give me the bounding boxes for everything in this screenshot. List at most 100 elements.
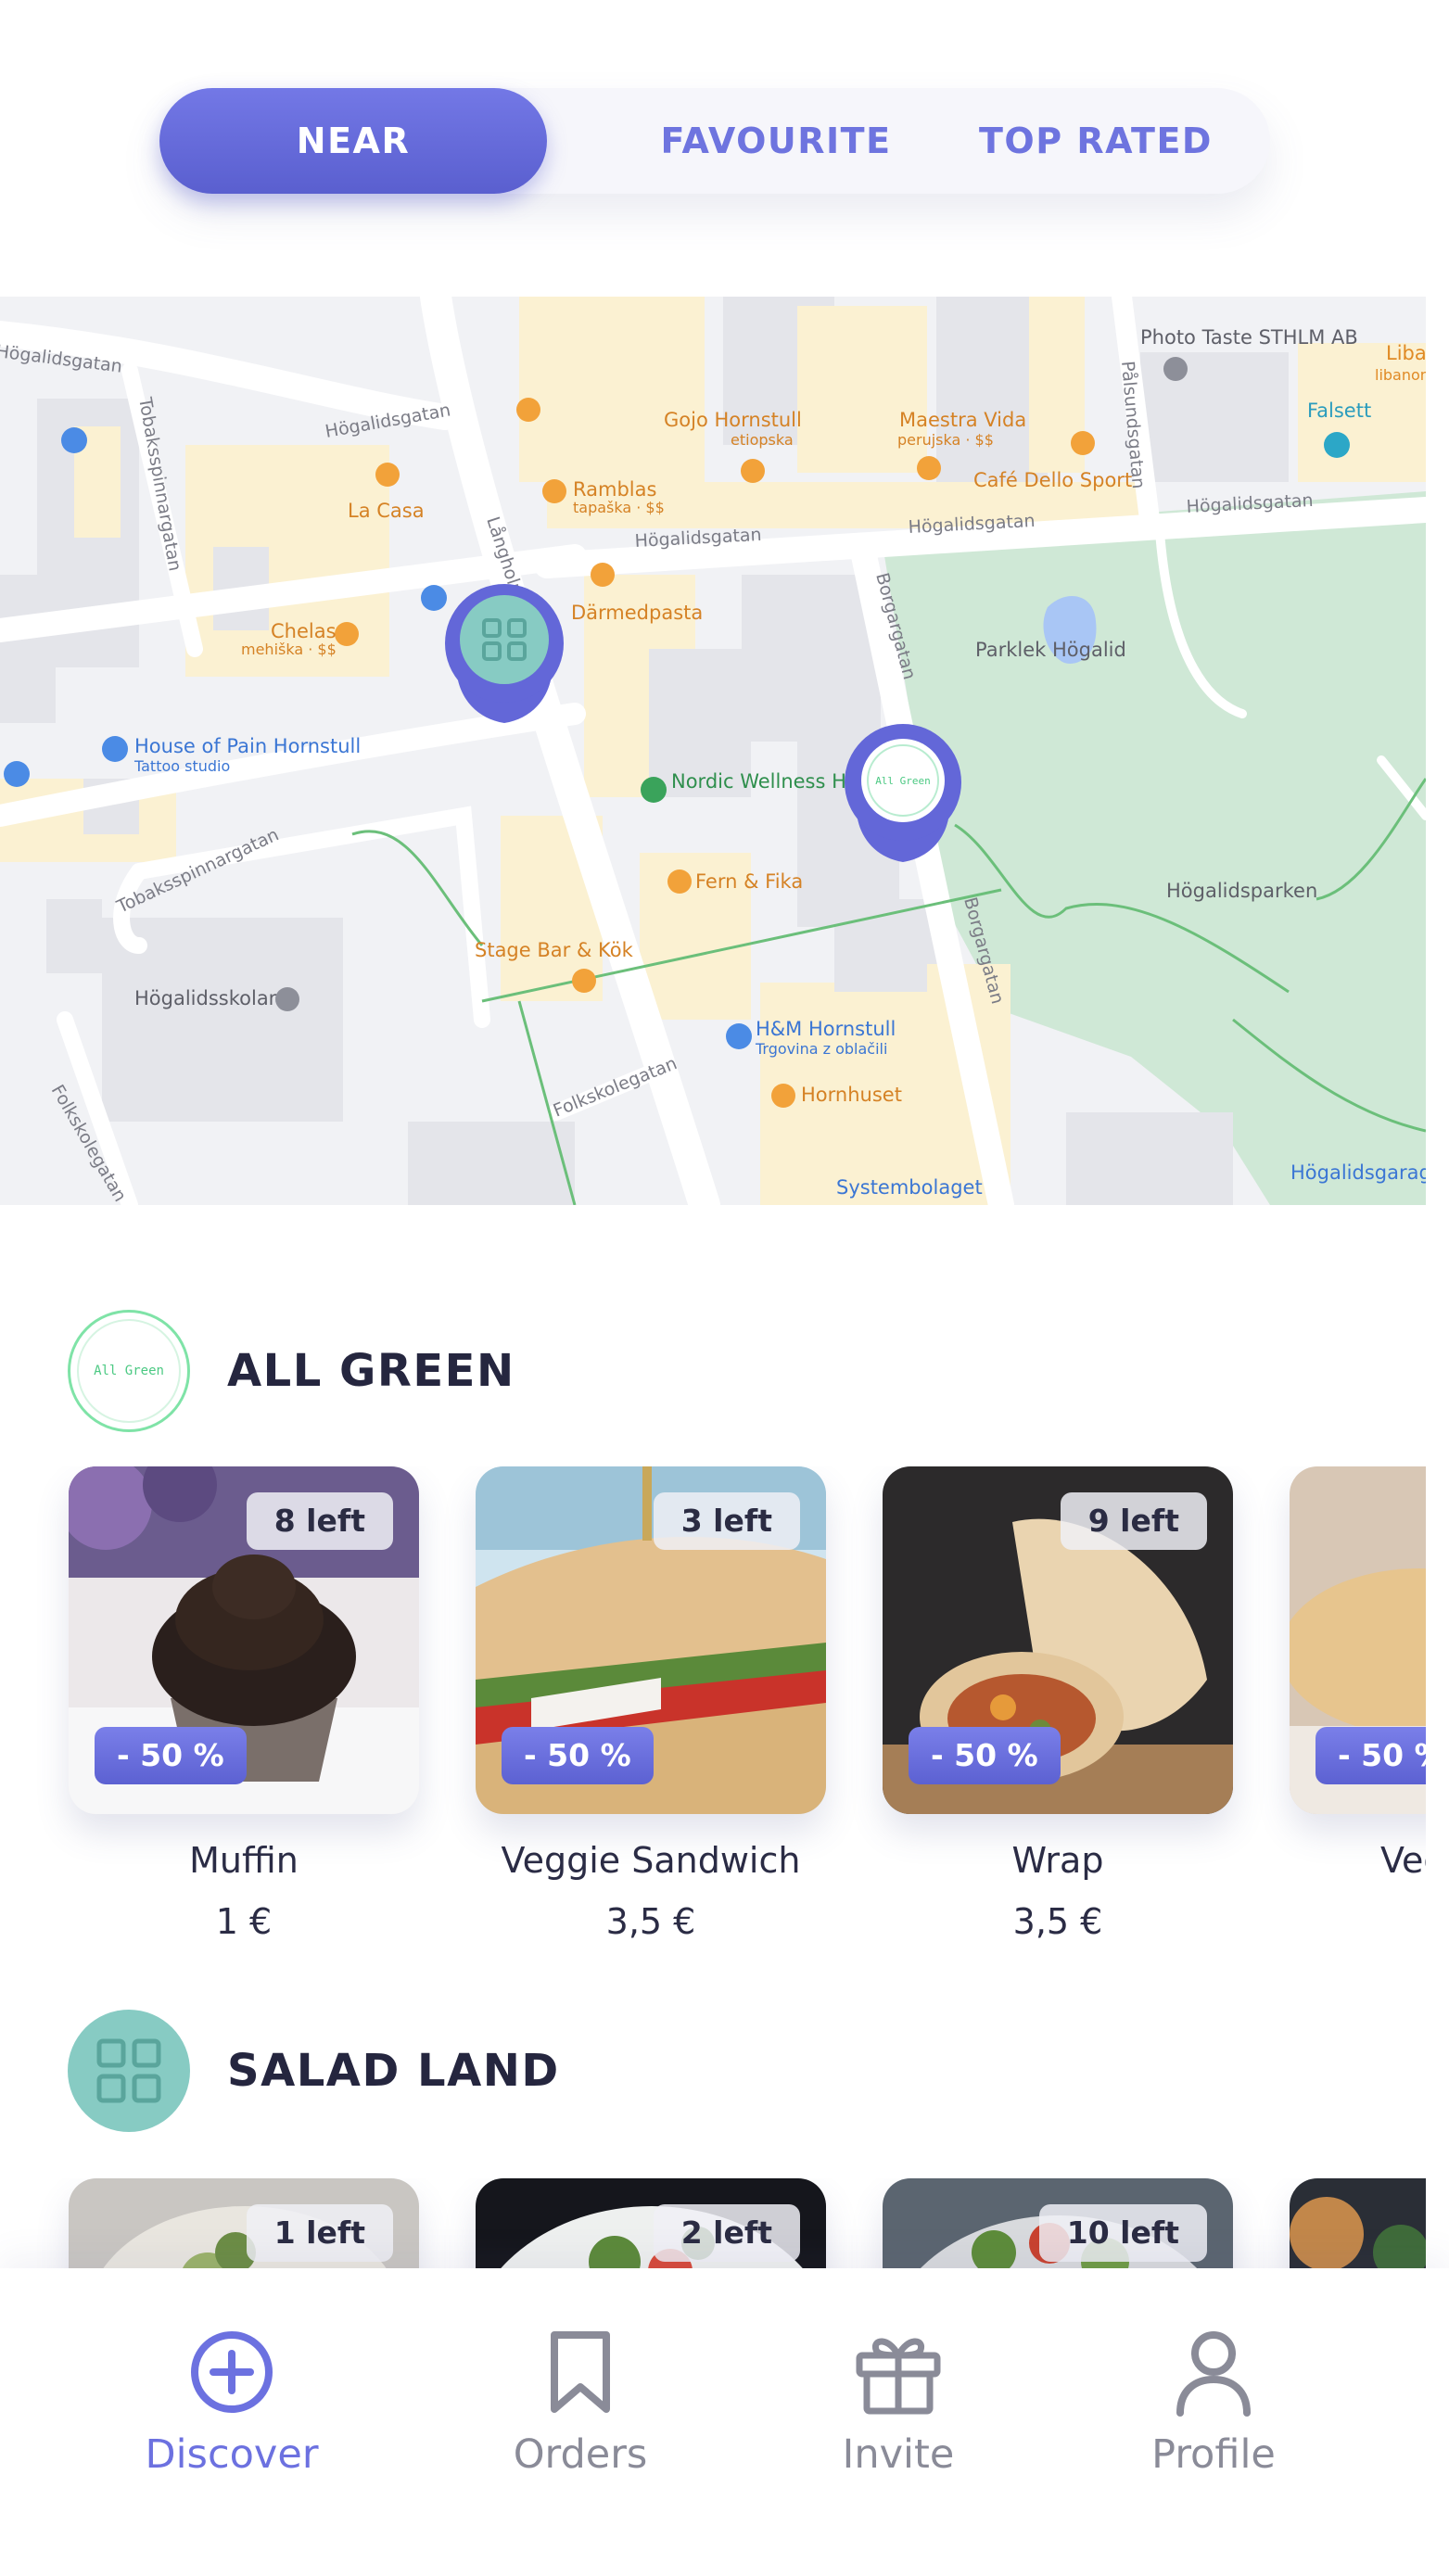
salad-bowl-photo: 2 left <box>476 2178 826 2268</box>
poi-label: Liba <box>1386 342 1426 364</box>
poi-pin-icon <box>917 456 941 480</box>
nav-label: Discover <box>145 2431 319 2478</box>
stock-badge: 1 left <box>246 2204 393 2262</box>
map-view[interactable]: Högalidsgatan Högalidsgatan Högalidsgata… <box>0 297 1426 1205</box>
product-card-wrap[interactable]: 9 left - 50 % Wrap 3,5 € <box>883 1466 1233 1942</box>
salad-plate-photo: 10 left <box>883 2178 1233 2268</box>
restaurant-name: ALL GREEN <box>227 1345 515 1397</box>
discount-badge: - 50 % <box>909 1727 1061 1784</box>
poi-pin-icon <box>771 1084 795 1108</box>
product-card-partial[interactable] <box>1290 2178 1426 2268</box>
user-icon <box>1176 2331 1251 2417</box>
poi-pin-icon <box>726 1023 752 1049</box>
poi-label: Högalidsparken <box>1166 880 1317 902</box>
poi-pin-icon <box>1324 432 1350 458</box>
poi-label: Maestra Vida <box>899 409 1026 431</box>
product-name: Veg <box>1380 1840 1426 1881</box>
product-row-salad-land: 1 left 2 left 10 left <box>0 2178 1426 2268</box>
poi-label: Photo Taste STHLM AB <box>1140 326 1358 349</box>
wrap-photo: 9 left - 50 % <box>883 1466 1233 1814</box>
poi-sublabel: mehiška · $$ <box>241 641 337 658</box>
poi-label: Café Dello Sport <box>973 469 1132 491</box>
poi-label: Fern & Fika <box>695 870 803 893</box>
grid-icon <box>96 2038 161 2103</box>
poi-pin-icon <box>572 969 596 993</box>
poi-label: Gojo Hornstull <box>664 409 802 431</box>
nav-profile[interactable]: Profile <box>1074 2268 1353 2576</box>
discount-badge: - 50 % <box>95 1727 247 1784</box>
stock-badge: 2 left <box>653 2204 800 2262</box>
nav-label: Invite <box>842 2431 955 2478</box>
nav-discover[interactable]: Discover <box>93 2268 371 2576</box>
poi-label: Högalidsgarage <box>1290 1161 1426 1184</box>
bottom-nav: Discover Orders Invite Profile <box>0 2268 1449 2576</box>
all-green-logo-text: All Green <box>77 1319 181 1423</box>
nav-invite[interactable]: Invite <box>759 2268 1037 2576</box>
restaurant-header-all-green[interactable]: All Green ALL GREEN <box>68 1310 1366 1432</box>
poi-label: La Casa <box>348 500 425 522</box>
map-canvas: Högalidsgatan Högalidsgatan Högalidsgata… <box>0 297 1426 1205</box>
nav-label: Profile <box>1151 2431 1276 2478</box>
product-card[interactable]: 2 left <box>476 2178 826 2268</box>
poi-pin-icon <box>667 869 692 894</box>
product-card[interactable]: 10 left <box>883 2178 1233 2268</box>
product-row-all-green: 8 left - 50 % Muffin 1 € 3 left - 50 % V… <box>0 1466 1426 1948</box>
bookmark-icon <box>551 2331 610 2413</box>
all-green-logo: All Green <box>68 1310 190 1432</box>
filter-tabs: NEAR FAVOURITE TOP RATED <box>159 88 1270 194</box>
nav-orders[interactable]: Orders <box>441 2268 719 2576</box>
product-card-partial[interactable]: - 50 % Veg <box>1290 1466 1426 1881</box>
discount-badge: - 50 % <box>1316 1727 1426 1784</box>
poi-label: Stage Bar & Kök <box>475 939 634 961</box>
poi-sublabel: libanons <box>1375 366 1426 384</box>
product-price: 1 € <box>215 1901 273 1942</box>
poi-sublabel: etiopska <box>731 431 794 449</box>
product-card-veggie-sandwich[interactable]: 3 left - 50 % Veggie Sandwich 3,5 € <box>476 1466 826 1942</box>
poi-pin-icon <box>1163 357 1188 381</box>
poi-label: H&M Hornstull <box>756 1018 896 1040</box>
poi-sublabel: perujska · $$ <box>897 431 994 449</box>
poi-pin-icon <box>4 761 30 787</box>
product-name: Wrap <box>1011 1840 1104 1881</box>
product-name: Muffin <box>189 1840 299 1881</box>
nav-label: Orders <box>513 2431 648 2478</box>
poi-pin-icon <box>102 736 128 762</box>
salad-land-logo <box>68 2010 190 2132</box>
product-card-muffin[interactable]: 8 left - 50 % Muffin 1 € <box>69 1466 419 1942</box>
poi-label: House of Pain Hornstull <box>134 735 361 757</box>
food-photo <box>1290 2178 1426 2268</box>
gift-icon <box>856 2338 941 2415</box>
muffin-photo: 8 left - 50 % <box>69 1466 419 1814</box>
stock-badge: 10 left <box>1038 2204 1207 2262</box>
poi-pin-icon <box>335 622 359 646</box>
tab-near[interactable]: NEAR <box>159 88 547 194</box>
bread-photo: - 50 % <box>1290 1466 1426 1814</box>
poi-pin-icon <box>741 459 765 483</box>
product-card[interactable]: 1 left <box>69 2178 419 2268</box>
poi-label: Ramblas <box>573 478 656 501</box>
tab-top-rated[interactable]: TOP RATED <box>957 88 1235 194</box>
poi-label: Hornhuset <box>801 1084 902 1106</box>
product-price: 3,5 € <box>1012 1901 1103 1942</box>
poi-pin-icon <box>641 777 667 803</box>
tab-favourite[interactable]: FAVOURITE <box>623 88 929 194</box>
poi-sublabel: Trgovina z oblačili <box>755 1040 887 1058</box>
restaurant-name: SALAD LAND <box>227 2045 560 2097</box>
stock-badge: 8 left <box>246 1492 393 1550</box>
poi-sublabel: Tattoo studio <box>133 757 230 775</box>
poi-sublabel: tapaška · $$ <box>573 499 665 516</box>
all-green-pin-logo-text: All Green <box>875 775 931 787</box>
poi-pin-icon <box>275 987 299 1011</box>
poi-label: Högalidsskolan <box>134 987 281 1009</box>
plus-circle-icon <box>191 2331 273 2413</box>
poi-label: Systembolaget <box>836 1176 983 1199</box>
discount-badge: - 50 % <box>502 1727 654 1784</box>
poi-pin-icon <box>542 479 566 503</box>
salad-photo: 1 left <box>69 2178 419 2268</box>
poi-pin-icon <box>1071 431 1095 455</box>
restaurant-header-salad-land[interactable]: SALAD LAND <box>68 2010 1366 2132</box>
product-price: 3,5 € <box>605 1901 696 1942</box>
poi-pin-icon <box>61 427 87 453</box>
street-label: Tobaksspinnargatan <box>134 395 185 573</box>
poi-label: Därmedpasta <box>571 602 703 624</box>
